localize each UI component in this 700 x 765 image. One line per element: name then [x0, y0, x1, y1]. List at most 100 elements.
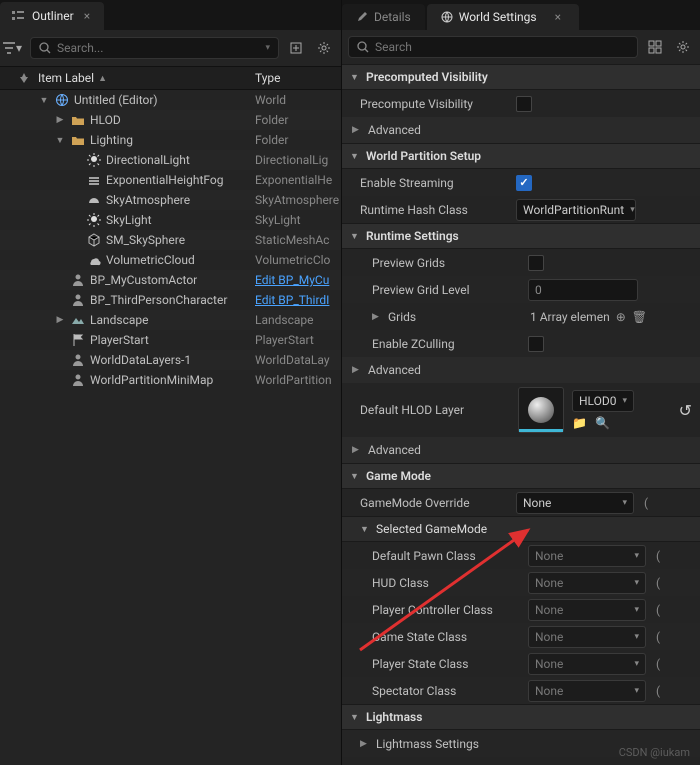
gear-icon[interactable] [672, 36, 694, 58]
reset-icon[interactable]: ( [656, 684, 660, 698]
reset-icon[interactable]: ( [656, 576, 660, 590]
filter-button[interactable]: ▾ [0, 36, 24, 60]
tree-row[interactable]: DirectionalLightDirectionalLig [0, 150, 341, 170]
tree-item-label: SkyLight [106, 213, 152, 227]
tree-row[interactable]: WorldPartitionMiniMapWorldPartition [0, 370, 341, 390]
category-lightmass[interactable]: ▼ Lightmass [342, 704, 700, 730]
label-enable-streaming: Enable Streaming [360, 176, 510, 190]
advanced-toggle[interactable]: ▶ Advanced [342, 437, 700, 463]
land-icon [70, 312, 86, 328]
outliner-panel: Outliner × ▾ ▾ [0, 0, 342, 765]
dropdown-hlod-layer[interactable]: HLOD0 ▾ [572, 390, 634, 412]
label-default-hlod-layer: Default HLOD Layer [360, 403, 510, 417]
dropdown-spectator-class[interactable]: None▾ [528, 680, 646, 702]
tree-item-label: VolumetricCloud [106, 253, 195, 267]
expand-icon[interactable]: ▶ [54, 315, 66, 325]
checkbox-enable-zculling[interactable] [528, 336, 544, 352]
tree-row[interactable]: SM_SkySphereStaticMeshAc [0, 230, 341, 250]
expand-icon[interactable]: ▼ [54, 135, 66, 146]
checkbox-preview-grids[interactable] [528, 255, 544, 271]
dropdown-runtime-hash-class[interactable]: WorldPartitionRunt ▾ [516, 199, 636, 221]
tab-world-settings[interactable]: World Settings × [427, 4, 579, 30]
reset-icon[interactable]: ( [656, 630, 660, 644]
chevron-right-icon[interactable]: ▶ [372, 312, 382, 322]
close-icon[interactable]: × [80, 9, 94, 23]
outliner-tab[interactable]: Outliner × [0, 2, 104, 30]
dropdown-player-controller-class[interactable]: None▾ [528, 599, 646, 621]
tree-row[interactable]: ExponentialHeightFogExponentialHe [0, 170, 341, 190]
expand-icon[interactable]: ▼ [38, 95, 50, 106]
category-game-mode[interactable]: ▼ Game Mode [342, 463, 700, 489]
category-runtime-settings[interactable]: ▼ Runtime Settings [342, 223, 700, 249]
edit-blueprint-link[interactable]: Edit BP_ThirdI [255, 293, 329, 307]
reset-icon[interactable]: ( [656, 603, 660, 617]
label-default-pawn-class: Default Pawn Class [372, 549, 522, 563]
tree-row[interactable]: ▶LandscapeLandscape [0, 310, 341, 330]
tree-item-type: Folder [255, 133, 341, 147]
category-precomputed-visibility[interactable]: ▼ Precomputed Visibility [342, 64, 700, 90]
chevron-down-icon[interactable]: ▾ [265, 43, 270, 53]
label-player-state-class: Player State Class [372, 657, 522, 671]
tree-row[interactable]: ▼LightingFolder [0, 130, 341, 150]
tree-row[interactable]: BP_MyCustomActorEdit BP_MyCu [0, 270, 341, 290]
column-type[interactable]: Type [255, 71, 341, 85]
grid-view-icon[interactable] [644, 36, 666, 58]
pin-icon[interactable] [14, 73, 34, 83]
trash-icon[interactable]: 🗑 [632, 310, 647, 324]
dropdown-hud-class[interactable]: None▾ [528, 572, 646, 594]
label-preview-grids: Preview Grids [372, 256, 522, 270]
sort-arrow-icon: ▲ [98, 73, 107, 84]
outliner-toolbar: ▾ ▾ [0, 30, 341, 66]
reset-icon[interactable]: ( [656, 657, 660, 671]
tree-row[interactable]: BP_ThirdPersonCharacterEdit BP_ThirdI [0, 290, 341, 310]
hlod-thumbnail[interactable] [518, 387, 564, 433]
tree-row[interactable]: ▶HLODFolder [0, 110, 341, 130]
details-search[interactable] [348, 36, 638, 58]
actor-icon [70, 292, 86, 308]
tree-row[interactable]: PlayerStartPlayerStart [0, 330, 341, 350]
reset-icon[interactable]: ( [656, 549, 660, 563]
outliner-search[interactable]: ▾ [30, 37, 279, 59]
tree-item-label: SM_SkySphere [106, 233, 185, 247]
chevron-down-icon: ▼ [350, 151, 360, 162]
dropdown-player-state-class[interactable]: None▾ [528, 653, 646, 675]
outliner-search-input[interactable] [57, 41, 259, 55]
advanced-toggle[interactable]: ▶ Advanced [342, 357, 700, 383]
advanced-toggle[interactable]: ▶ Advanced [342, 117, 700, 143]
tree-item-label: SkyAtmosphere [106, 193, 190, 207]
category-world-partition-setup[interactable]: ▼ World Partition Setup [342, 143, 700, 169]
tab-details[interactable]: Details [342, 4, 425, 30]
column-item-label[interactable]: Item Label ▲ [34, 71, 255, 85]
close-icon[interactable]: × [551, 10, 565, 24]
dropdown-game-state-class[interactable]: None▾ [528, 626, 646, 648]
folder-open-icon[interactable]: 📁 [572, 416, 587, 430]
checkbox-enable-streaming[interactable] [516, 175, 532, 191]
details-tabbar: Details World Settings × [342, 0, 700, 30]
edit-blueprint-link[interactable]: Edit BP_MyCu [255, 273, 329, 287]
tree-row[interactable]: VolumetricCloudVolumetricClo [0, 250, 341, 270]
checkbox-precompute-visibility[interactable] [516, 96, 532, 112]
tree-item-label: DirectionalLight [106, 153, 190, 167]
details-search-input[interactable] [375, 40, 629, 54]
world-icon [441, 11, 453, 23]
browse-icon[interactable]: 🔍 [595, 416, 610, 430]
chevron-right-icon[interactable]: ▶ [360, 739, 370, 749]
add-button[interactable] [285, 37, 307, 59]
dropdown-gamemode-override[interactable]: None ▾ [516, 492, 634, 514]
outliner-tree: ▼Untitled (Editor)World▶HLODFolder▼Light… [0, 90, 341, 765]
tree-row[interactable]: ▼Untitled (Editor)World [0, 90, 341, 110]
tree-row[interactable]: SkyAtmosphereSkyAtmosphere [0, 190, 341, 210]
expand-icon[interactable]: ▶ [54, 115, 66, 125]
reset-icon[interactable]: ( [644, 496, 648, 510]
category-selected-gamemode[interactable]: ▼ Selected GameMode [342, 516, 700, 542]
tree-row[interactable]: WorldDataLayers-1WorldDataLay [0, 350, 341, 370]
search-icon [39, 42, 51, 54]
add-array-element-icon[interactable]: ⊕ [616, 310, 626, 324]
tree-row[interactable]: SkyLightSkyLight [0, 210, 341, 230]
dropdown-default-pawn-class[interactable]: None▾ [528, 545, 646, 567]
tree-item-type: Landscape [255, 313, 341, 327]
outliner-header: Item Label ▲ Type [0, 66, 341, 90]
reset-to-default-icon[interactable]: ↺ [679, 401, 692, 420]
gear-icon[interactable] [313, 37, 335, 59]
input-preview-grid-level[interactable]: 0 [528, 279, 638, 301]
